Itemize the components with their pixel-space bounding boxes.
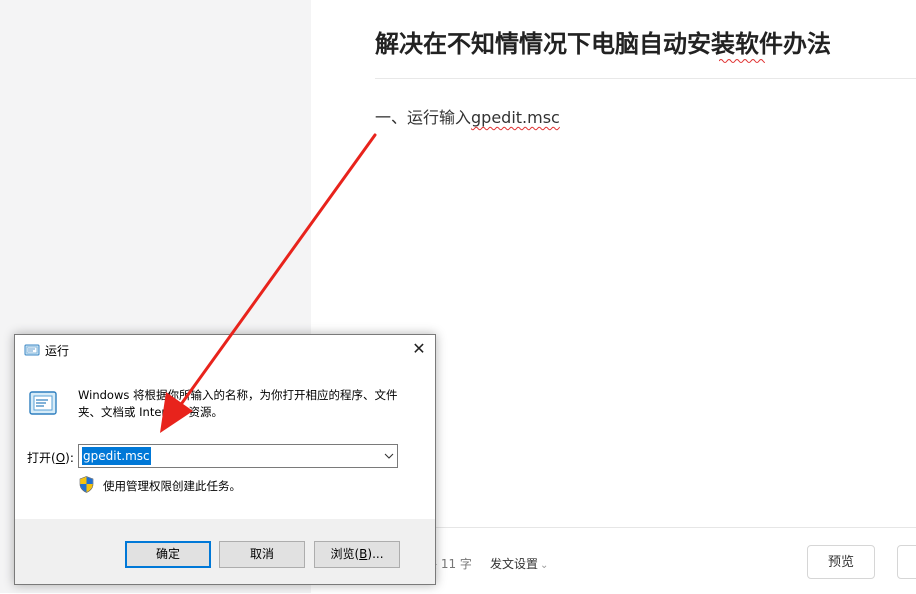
open-input-value[interactable]: gpedit.msc xyxy=(82,447,151,465)
chevron-down-icon: ⌄ xyxy=(540,560,549,571)
body-command-text: gpedit.msc xyxy=(471,108,560,127)
open-label-end: ): xyxy=(65,451,74,465)
run-program-icon xyxy=(29,391,57,415)
close-icon: ✕ xyxy=(412,339,426,358)
run-app-icon xyxy=(24,344,40,356)
browse-label-start: 浏览( xyxy=(330,547,360,561)
run-dialog-title: 运行 xyxy=(45,344,70,358)
cancel-button[interactable]: 取消 xyxy=(219,541,305,568)
admin-privilege-note: 使用管理权限创建此任务。 xyxy=(103,479,241,493)
open-label: 打开(O): xyxy=(27,449,74,466)
browse-label-end: )... xyxy=(367,547,384,561)
publish-settings-dropdown[interactable]: 发文设置 ⌄ xyxy=(490,555,548,572)
title-divider xyxy=(375,78,916,79)
preview-button[interactable]: 预览 xyxy=(807,545,875,579)
uac-shield-icon xyxy=(79,476,94,493)
open-label-start: 打开( xyxy=(27,451,56,465)
ok-button[interactable]: 确定 xyxy=(125,541,211,568)
run-dialog-description: Windows 将根据你所输入的名称，为你打开相应的程序、文件夹、文档或 Int… xyxy=(78,388,398,419)
article-title[interactable]: 解决在不知情情况下电脑自动安装软件办法 xyxy=(375,24,831,59)
article-body-line[interactable]: 一、运行输入gpedit.msc xyxy=(375,104,560,128)
chevron-down-icon[interactable] xyxy=(384,451,394,461)
run-dialog-titlebar[interactable]: 运行 ✕ xyxy=(15,335,435,365)
browse-button[interactable]: 浏览(B)... xyxy=(314,541,400,568)
open-combobox[interactable]: gpedit.msc xyxy=(78,444,398,468)
open-mnemonic: O xyxy=(55,451,66,465)
spell-check-underline xyxy=(719,59,765,63)
publish-button[interactable] xyxy=(897,545,916,579)
body-text: 一、运行输入 xyxy=(375,108,472,127)
run-dialog: 运行 ✕ Windows 将根据你所输入的名称，为你打开相应的程序、文件夹、文档… xyxy=(14,334,436,585)
close-button[interactable]: ✕ xyxy=(403,335,435,365)
publish-settings-label: 发文设置 xyxy=(490,557,539,571)
